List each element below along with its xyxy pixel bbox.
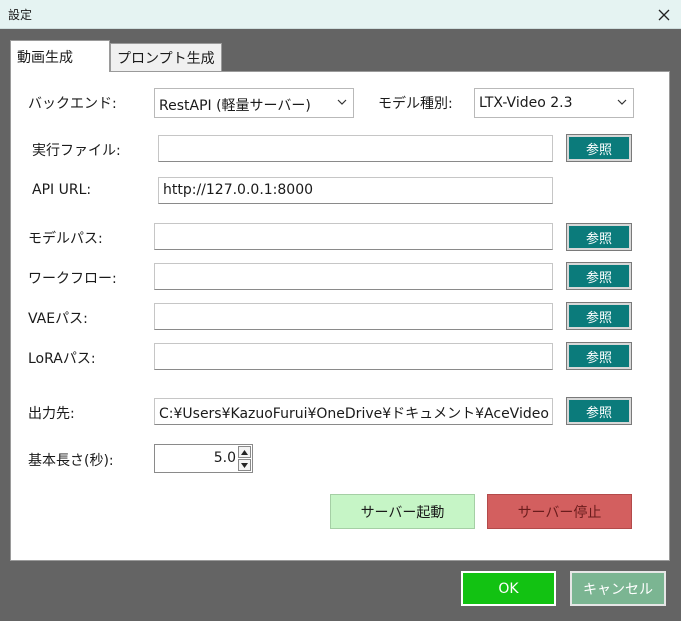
tab-video-generation[interactable]: 動画生成 xyxy=(10,40,110,72)
workflow-field[interactable] xyxy=(154,263,553,290)
api-url-label: API URL: xyxy=(32,182,92,198)
base-length-stepper[interactable]: 5.0 xyxy=(154,444,253,473)
server-start-button[interactable]: サーバー起動 xyxy=(330,494,475,529)
ok-button[interactable]: OK xyxy=(461,571,556,606)
model-path-browse-button[interactable]: 参照 xyxy=(566,223,632,251)
output-dir-browse-button[interactable]: 参照 xyxy=(566,397,632,425)
base-length-value: 5.0 xyxy=(213,450,236,466)
workflow-browse-button[interactable]: 参照 xyxy=(566,262,632,290)
backend-label: バックエンド: xyxy=(28,96,117,112)
close-icon xyxy=(658,9,670,20)
window-title: 設定 xyxy=(8,8,33,22)
output-dir-field[interactable]: C:¥Users¥KazuoFurui¥OneDrive¥ドキュメント¥AceV… xyxy=(154,398,553,425)
lora-path-browse-button[interactable]: 参照 xyxy=(566,342,632,370)
model-type-label: モデル種別: xyxy=(378,96,453,112)
executable-field[interactable] xyxy=(158,135,553,162)
chevron-up-icon xyxy=(241,449,248,455)
backend-value: RestAPI (軽量サーバー) xyxy=(159,98,311,114)
lora-path-label: LoRAパス: xyxy=(28,351,96,367)
tab-prompt-generation[interactable]: プロンプト生成 xyxy=(110,43,222,71)
title-bar: 設定 xyxy=(0,0,681,29)
vae-path-field[interactable] xyxy=(154,303,553,330)
chevron-down-icon xyxy=(337,99,347,105)
tab-label: プロンプト生成 xyxy=(117,50,215,67)
decrement-button[interactable] xyxy=(238,459,251,471)
close-button[interactable] xyxy=(647,0,681,29)
vae-path-browse-button[interactable]: 参照 xyxy=(566,302,632,330)
executable-label: 実行ファイル: xyxy=(32,143,121,159)
model-path-label: モデルパス: xyxy=(28,231,103,247)
chevron-down-icon xyxy=(241,462,248,468)
increment-button[interactable] xyxy=(238,446,251,458)
executable-browse-button[interactable]: 参照 xyxy=(566,134,632,162)
server-stop-button[interactable]: サーバー停止 xyxy=(487,494,632,529)
backend-select[interactable]: RestAPI (軽量サーバー) xyxy=(154,88,354,118)
api-url-field[interactable]: http://127.0.0.1:8000 xyxy=(158,177,553,204)
chevron-down-icon xyxy=(617,99,627,105)
vae-path-label: VAEパス: xyxy=(28,311,88,327)
output-dir-label: 出力先: xyxy=(28,406,75,422)
model-type-value: LTX-Video 2.3 xyxy=(479,95,573,111)
model-type-select[interactable]: LTX-Video 2.3 xyxy=(474,88,634,118)
cancel-button[interactable]: キャンセル xyxy=(570,571,666,606)
tab-label: 動画生成 xyxy=(17,49,73,66)
base-length-label: 基本長さ(秒): xyxy=(28,453,114,469)
lora-path-field[interactable] xyxy=(154,343,553,370)
workflow-label: ワークフロー: xyxy=(28,271,117,287)
model-path-field[interactable] xyxy=(154,223,553,250)
